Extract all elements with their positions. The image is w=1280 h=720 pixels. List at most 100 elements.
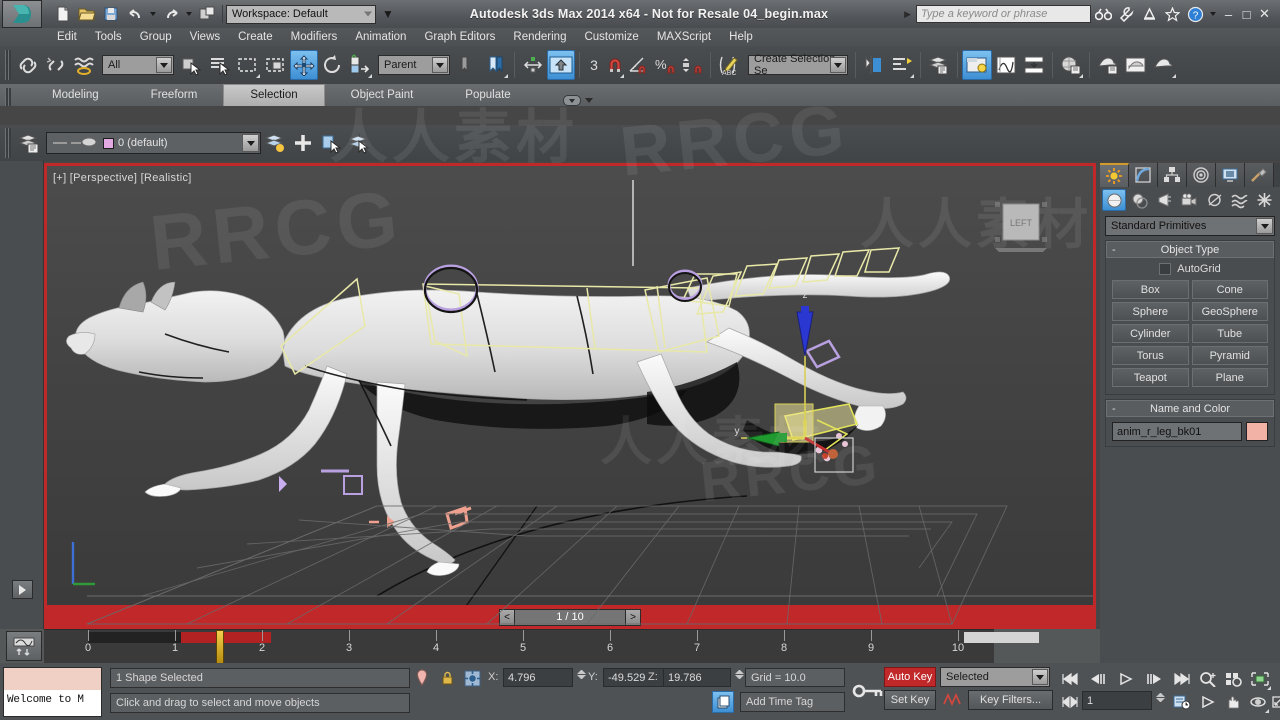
snaps-toggle-icon[interactable] bbox=[604, 50, 626, 80]
menu-item-views[interactable]: Views bbox=[181, 28, 229, 46]
teapot-button[interactable]: Teapot bbox=[1112, 368, 1189, 387]
tab-object-paint[interactable]: Object Paint bbox=[325, 85, 440, 106]
space-warps-icon[interactable] bbox=[1227, 189, 1251, 211]
schematic-view-icon[interactable] bbox=[1020, 50, 1048, 80]
mirror-geometry-icon[interactable] bbox=[860, 50, 888, 80]
layer-toolbar-grip[interactable] bbox=[5, 128, 11, 158]
shapes-icon[interactable] bbox=[1127, 189, 1151, 211]
search-input[interactable]: Type a keyword or phrase bbox=[916, 5, 1091, 23]
tab-modeling[interactable]: Modeling bbox=[26, 85, 125, 106]
geosphere-button[interactable]: GeoSphere bbox=[1191, 302, 1268, 321]
binoculars-icon[interactable] bbox=[1093, 4, 1114, 25]
help-dropdown-icon[interactable] bbox=[1208, 4, 1218, 25]
ribbon-minimize-icon[interactable] bbox=[562, 95, 581, 106]
coord-z-spinner[interactable] bbox=[735, 670, 744, 679]
favorites-star-icon[interactable] bbox=[1162, 4, 1183, 25]
search-expand-icon[interactable]: ▶ bbox=[904, 9, 911, 20]
scene-explorer-icon[interactable] bbox=[962, 50, 992, 80]
maximize-button[interactable]: □ bbox=[1239, 4, 1254, 24]
named-selection-set-combo[interactable]: Create Selection Se bbox=[748, 53, 848, 77]
object-color-swatch[interactable] bbox=[1246, 422, 1268, 441]
help-icon[interactable]: ? bbox=[1185, 4, 1206, 25]
undo-dropdown-icon[interactable] bbox=[148, 3, 158, 25]
maximize-viewport-toggle-icon[interactable] bbox=[1266, 690, 1280, 714]
motion-tab[interactable] bbox=[1187, 163, 1216, 187]
menu-item-edit[interactable]: Edit bbox=[48, 28, 86, 46]
select-and-scale-icon[interactable] bbox=[346, 50, 374, 80]
viewport-canvas[interactable]: z y [+] [Perspective] [Realistic] LEFT bbox=[47, 166, 1093, 626]
display-tab[interactable] bbox=[1216, 163, 1245, 187]
subcategory-combo[interactable]: Standard Primitives bbox=[1105, 216, 1275, 236]
spinner-snap-toggle-icon[interactable] bbox=[680, 50, 706, 80]
coord-x-spinner[interactable] bbox=[577, 670, 586, 679]
percent-snap-toggle-icon[interactable]: % bbox=[652, 50, 680, 80]
autogrid-checkbox[interactable] bbox=[1159, 263, 1172, 275]
menu-item-group[interactable]: Group bbox=[131, 28, 181, 46]
select-and-link-icon[interactable] bbox=[14, 50, 42, 80]
pan-hand-icon[interactable] bbox=[1222, 690, 1246, 714]
create-tab[interactable] bbox=[1100, 163, 1129, 187]
zoom-all-icon[interactable] bbox=[1222, 667, 1246, 691]
window-crossing-toggle-icon[interactable] bbox=[262, 50, 290, 80]
current-frame-spinner[interactable] bbox=[1156, 693, 1165, 702]
use-axis-constraints-icon[interactable] bbox=[519, 50, 547, 80]
systems-icon[interactable] bbox=[1252, 189, 1276, 211]
pyramid-button[interactable]: Pyramid bbox=[1191, 346, 1268, 365]
auto-key-button[interactable]: Auto Key bbox=[884, 667, 936, 687]
tab-populate[interactable]: Populate bbox=[439, 85, 536, 106]
menu-item-graph-editors[interactable]: Graph Editors bbox=[415, 28, 504, 46]
layer-explorer-icon[interactable] bbox=[261, 128, 289, 158]
zoom-viewport-icon[interactable] bbox=[1196, 667, 1220, 691]
toolbar-grip[interactable] bbox=[5, 50, 11, 80]
time-tag-icon[interactable] bbox=[712, 691, 734, 713]
use-selection-center-icon[interactable] bbox=[482, 50, 510, 80]
selection-lock-icon[interactable] bbox=[438, 668, 456, 688]
pan-view-play-icon[interactable] bbox=[1196, 690, 1220, 714]
menu-item-tools[interactable]: Tools bbox=[86, 28, 131, 46]
absolute-relative-transform-toggle-icon[interactable] bbox=[462, 668, 482, 688]
select-by-name-icon[interactable] bbox=[206, 50, 234, 80]
zoom-extents-icon[interactable] bbox=[1248, 667, 1272, 691]
key-mode-combo[interactable]: Selected bbox=[940, 667, 1050, 687]
chevron-down-icon[interactable] bbox=[242, 134, 259, 152]
key-range-highlight[interactable] bbox=[181, 632, 271, 643]
bind-to-space-warp-icon[interactable] bbox=[70, 50, 98, 80]
new-file-icon[interactable] bbox=[52, 3, 74, 25]
create-new-layer-icon[interactable] bbox=[289, 128, 317, 158]
menu-item-animation[interactable]: Animation bbox=[346, 28, 415, 46]
box-button[interactable]: Box bbox=[1112, 280, 1189, 299]
rollout-collapse-icon[interactable]: - bbox=[1112, 403, 1116, 415]
layer-color-swatch[interactable] bbox=[103, 137, 114, 149]
align-icon[interactable] bbox=[888, 50, 916, 80]
next-frame-icon[interactable] bbox=[1142, 667, 1166, 691]
angle-snap-toggle-icon[interactable] bbox=[626, 50, 652, 80]
chevron-down-icon[interactable] bbox=[156, 57, 172, 73]
menu-item-help[interactable]: Help bbox=[720, 28, 762, 46]
sphere-button[interactable]: Sphere bbox=[1112, 302, 1189, 321]
time-slider-thumb[interactable] bbox=[216, 630, 224, 664]
workspace-extra-dropdown-icon[interactable]: ▼ bbox=[382, 7, 394, 21]
key-mode-transport-icon[interactable] bbox=[1058, 690, 1082, 714]
app-menu-button[interactable] bbox=[2, 0, 42, 28]
helpers-icon[interactable] bbox=[1202, 189, 1226, 211]
render-setup-icon[interactable] bbox=[1094, 50, 1122, 80]
selection-filter-combo[interactable]: All bbox=[102, 55, 174, 75]
current-frame-field[interactable]: 1 bbox=[1082, 691, 1152, 710]
play-animation-icon[interactable] bbox=[1114, 667, 1138, 691]
mirror-icon[interactable] bbox=[547, 50, 575, 80]
add-time-tag-button[interactable]: Add Time Tag bbox=[740, 692, 845, 712]
reference-coordinate-combo[interactable]: Parent bbox=[378, 55, 450, 75]
chevron-down-icon[interactable] bbox=[1256, 218, 1273, 234]
wrench-icon[interactable] bbox=[1116, 4, 1137, 25]
chevron-down-icon[interactable] bbox=[432, 57, 448, 73]
tab-selection[interactable]: Selection bbox=[223, 84, 325, 106]
current-layer-combo[interactable]: 0 (default) bbox=[46, 132, 261, 154]
open-file-icon[interactable] bbox=[76, 3, 98, 25]
object-name-field[interactable]: anim_r_leg_bk01 bbox=[1112, 422, 1242, 441]
coord-z-field[interactable]: 19.786 bbox=[663, 668, 731, 687]
unlink-selection-icon[interactable] bbox=[42, 50, 70, 80]
edit-named-selection-sets-icon[interactable]: ABC bbox=[715, 50, 745, 80]
render-production-icon[interactable] bbox=[1150, 50, 1178, 80]
select-and-link-quick-icon[interactable] bbox=[196, 3, 218, 25]
tube-button[interactable]: Tube bbox=[1191, 324, 1268, 343]
